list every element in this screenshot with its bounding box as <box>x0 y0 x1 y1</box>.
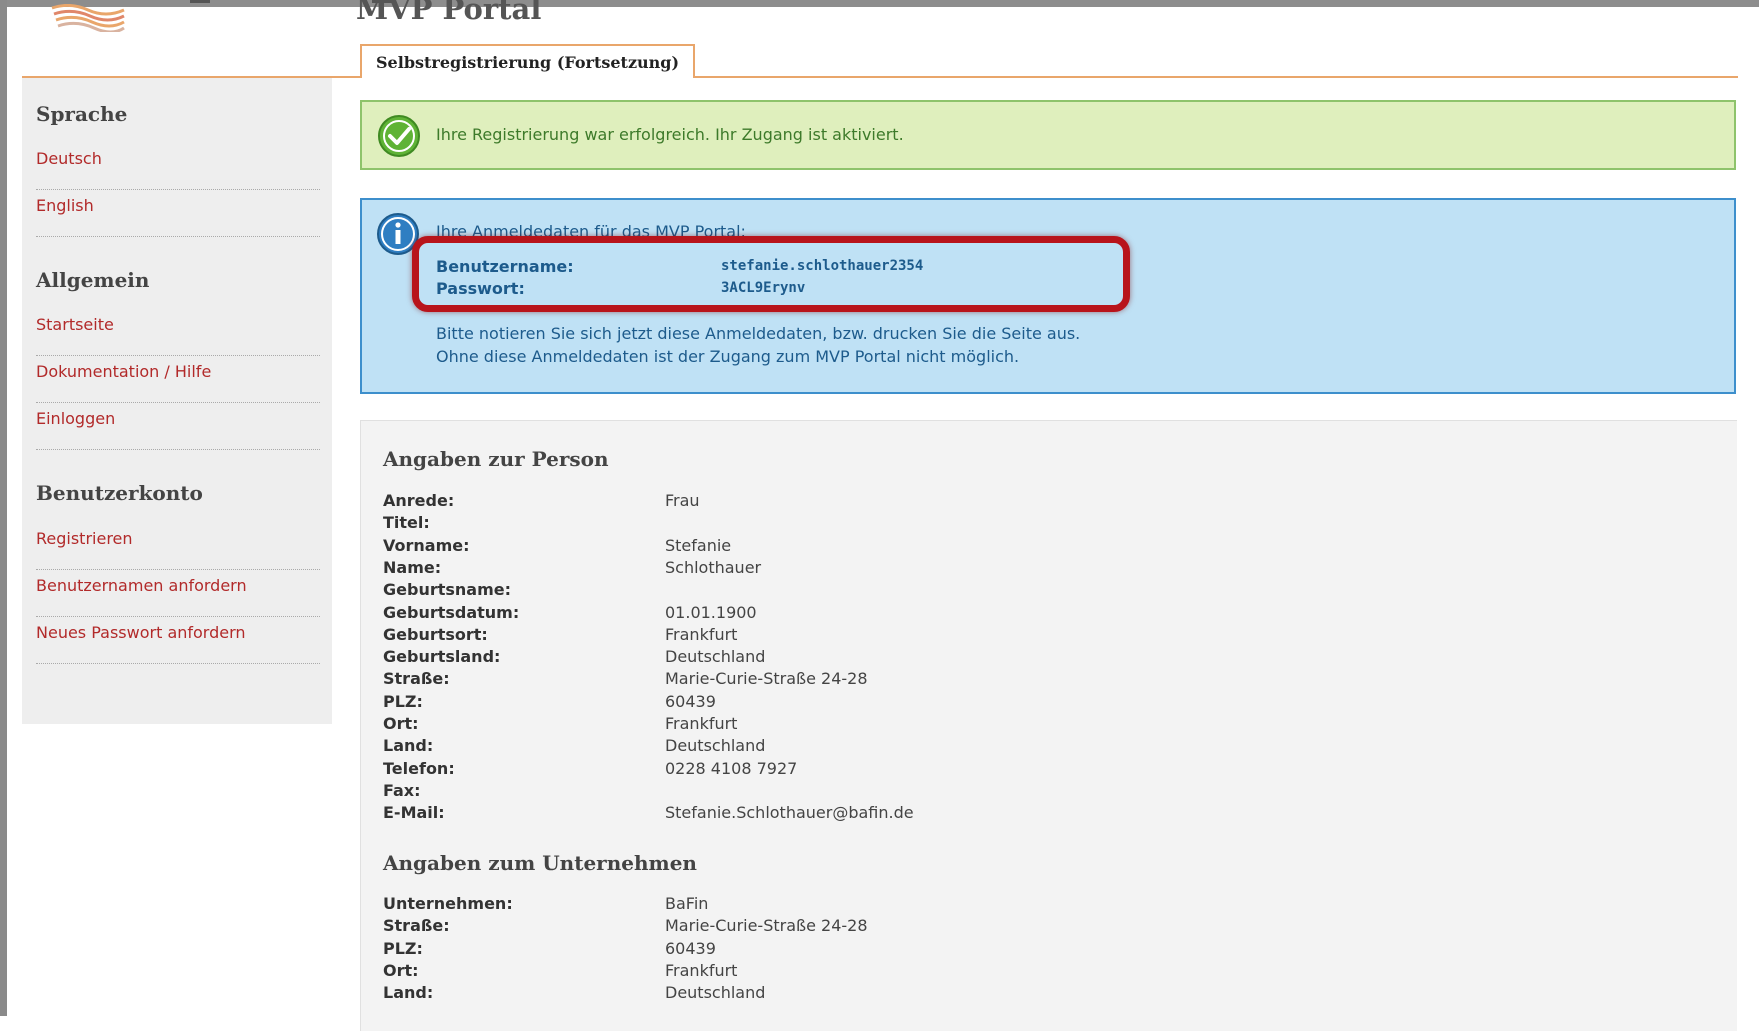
sidebar-item-english[interactable]: English <box>36 191 320 237</box>
detail-label: Geburtsname: <box>383 580 511 600</box>
password-label: Passwort: <box>436 279 525 298</box>
sidebar-item-startseite[interactable]: Startseite <box>36 310 320 356</box>
frame-nub <box>190 0 210 3</box>
sidebar-item-registrieren[interactable]: Registrieren <box>36 524 320 570</box>
sidebar-heading-sprache: Sprache <box>36 102 128 126</box>
password-value: 3ACL9Erynv <box>721 280 806 296</box>
detail-value: Marie-Curie-Straße 24-28 <box>665 916 868 936</box>
credentials-note-2: Ohne diese Anmeldedaten ist der Zugang z… <box>436 347 1020 366</box>
details-panel: Angaben zur Person Anrede: Frau Titel: Vorn… <box>360 420 1737 1031</box>
detail-value: Deutschland <box>665 736 766 756</box>
detail-label: Geburtsdatum: <box>383 602 520 622</box>
detail-label: Telefon: <box>383 758 455 778</box>
sidebar-heading-benutzerkonto: Benutzerkonto <box>36 481 203 505</box>
detail-label: PLZ: <box>383 691 423 711</box>
detail-value: 01.01.1900 <box>665 602 757 622</box>
detail-value: BaFin <box>665 894 709 913</box>
detail-value: Marie-Curie-Straße 24-28 <box>665 669 868 689</box>
detail-value: Frankfurt <box>665 624 738 644</box>
app-title: MVP Portal <box>356 0 542 26</box>
tab-selbstregistrierung[interactable]: Selbstregistrierung (Fortsetzung) <box>360 44 696 78</box>
company-heading: Angaben zum Unternehmen <box>383 851 697 875</box>
detail-value: Deutschland <box>665 647 766 667</box>
sidebar-heading-allgemein: Allgemein <box>36 268 150 292</box>
detail-value: Schlothauer <box>665 557 762 577</box>
detail-label: PLZ: <box>383 938 423 958</box>
check-icon <box>378 115 420 157</box>
info-box: Ihre Anmeldedaten für das MVP Portal: Be… <box>360 198 1736 394</box>
sidebar-item-deutsch[interactable]: Deutsch <box>36 144 320 190</box>
sidebar-item-benutzernamen-anfordern[interactable]: Benutzernamen anfordern <box>36 571 320 617</box>
detail-label: Geburtsort: <box>383 624 488 644</box>
detail-value: Stefanie.Schlothauer@bafin.de <box>665 803 914 823</box>
detail-label: Ort: <box>383 714 419 733</box>
success-text: Ihre Registrierung war erfolgreich. Ihr … <box>436 125 904 144</box>
window-left-frame <box>0 0 7 1016</box>
success-message-box: Ihre Registrierung war erfolgreich. Ihr … <box>360 100 1736 170</box>
detail-label: Fax: <box>383 780 421 800</box>
detail-value: Frankfurt <box>665 714 738 733</box>
detail-value: 60439 <box>665 938 716 958</box>
username-value: stefanie.schlothauer2354 <box>721 258 924 274</box>
sidebar-item-einloggen[interactable]: Einloggen <box>36 404 320 450</box>
detail-label: Straße: <box>383 916 450 936</box>
detail-value: Frau <box>665 491 700 510</box>
logo <box>51 4 125 32</box>
detail-value: Stefanie <box>665 535 732 555</box>
detail-label: Ort: <box>383 960 419 980</box>
detail-label: Anrede: <box>383 491 455 510</box>
detail-label: Vorname: <box>383 535 470 555</box>
sidebar-item-passwort-anfordern[interactable]: Neues Passwort anfordern <box>36 618 320 664</box>
detail-label: Name: <box>383 557 442 577</box>
detail-label: Land: <box>383 983 434 1003</box>
detail-label: Geburtsland: <box>383 647 501 667</box>
sidebar: Sprache Deutsch English Allgemein Starts… <box>22 78 332 724</box>
detail-value: Deutschland <box>665 983 766 1003</box>
credentials-highlight: Benutzername: stefanie.schlothauer2354 P… <box>412 236 1130 312</box>
detail-label: Unternehmen: <box>383 894 513 913</box>
detail-label: Straße: <box>383 669 450 689</box>
window-top-frame <box>0 0 1759 7</box>
detail-value: 0228 4108 7927 <box>665 758 798 778</box>
username-label: Benutzername: <box>436 257 574 276</box>
detail-label: Land: <box>383 736 434 756</box>
detail-label: E-Mail: <box>383 803 445 823</box>
credentials-note-1: Bitte notieren Sie sich jetzt diese Anme… <box>436 324 1081 343</box>
person-heading: Angaben zur Person <box>383 447 609 471</box>
detail-value: Frankfurt <box>665 960 738 980</box>
detail-label: Titel: <box>383 513 430 533</box>
sidebar-item-dokumentation[interactable]: Dokumentation / Hilfe <box>36 357 320 403</box>
detail-value: 60439 <box>665 691 716 711</box>
